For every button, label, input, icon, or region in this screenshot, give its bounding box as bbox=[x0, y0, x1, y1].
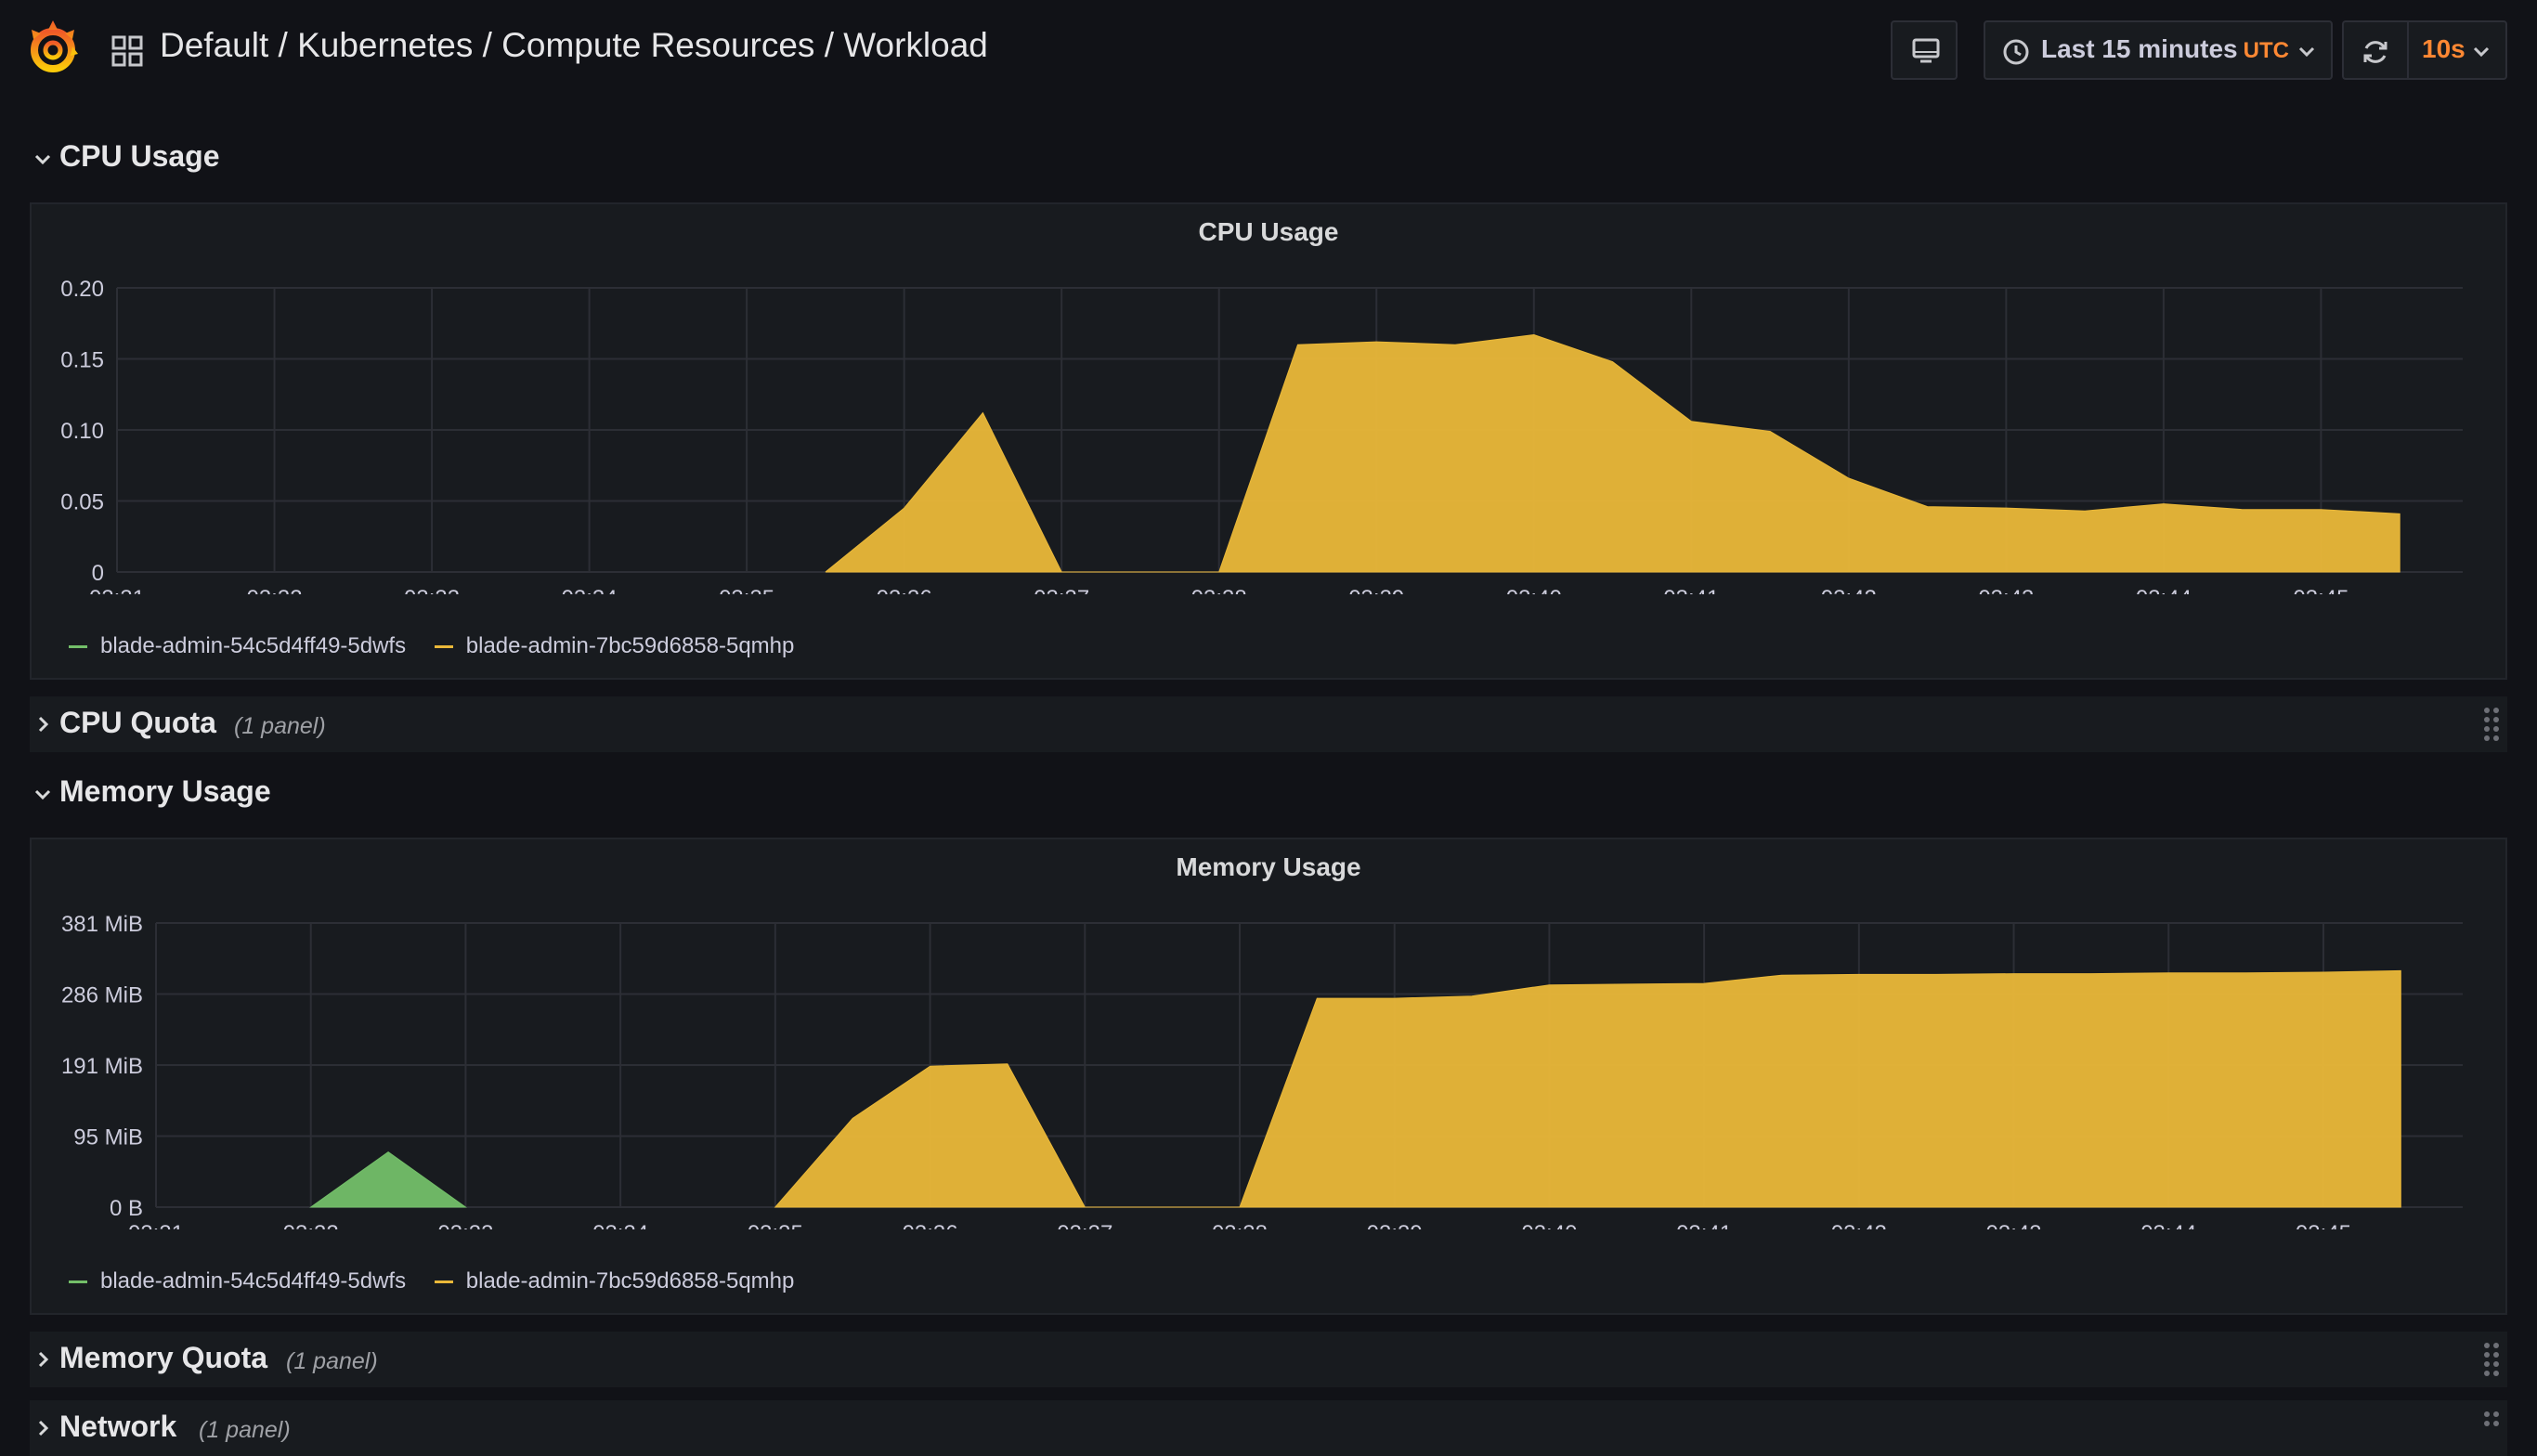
x-tick-label: 03:36 bbox=[877, 586, 932, 594]
cpu-usage-chart[interactable]: 0 0.05 0.10 0.15 0.20 03:31 03:32 03:33 03:34 03:… bbox=[32, 204, 2505, 594]
row-memory-quota[interactable]: Memory Quota (1 panel) bbox=[30, 1332, 2507, 1387]
y-tick-label: 286 MiB bbox=[61, 983, 143, 1008]
legend-label: blade-admin-54c5d4ff49-5dwfs bbox=[100, 1268, 407, 1294]
time-range-label: Last 15 minutes UTC bbox=[2041, 34, 2289, 63]
x-tick-label: 03:45 bbox=[2293, 586, 2348, 594]
monitor-icon bbox=[1912, 38, 1940, 63]
legend-label: blade-admin-7bc59d6858-5qmhp bbox=[465, 633, 795, 658]
legend-swatch bbox=[69, 1280, 87, 1284]
x-tick-label: 03:37 bbox=[1034, 586, 1089, 594]
x-tick-label: 03:32 bbox=[283, 1221, 339, 1229]
series-area bbox=[774, 969, 2401, 1208]
x-tick-label: 03:41 bbox=[1663, 586, 1719, 594]
x-tick-label: 03:43 bbox=[1986, 1221, 2042, 1229]
x-tick-label: 03:42 bbox=[1831, 1221, 1887, 1229]
dashboard-grid-icon bbox=[111, 35, 143, 67]
x-tick-label: 03:45 bbox=[2296, 1221, 2351, 1229]
row-cpu-quota[interactable]: CPU Quota (1 panel) bbox=[30, 696, 2507, 752]
x-tick-label: 03:39 bbox=[1367, 1221, 1423, 1229]
chevron-down-icon bbox=[34, 789, 51, 800]
cpu-usage-panel[interactable]: CPU Usage 00.050.100.150.2003:3103:3203:… bbox=[30, 202, 2507, 680]
row-title: Memory Quota bbox=[59, 1341, 268, 1374]
legend-label: blade-admin-7bc59d6858-5qmhp bbox=[465, 1268, 795, 1294]
legend-item[interactable]: blade-admin-54c5d4ff49-5dwfs bbox=[69, 1268, 406, 1294]
top-navbar: Default / Kubernetes / Compute Resources… bbox=[0, 0, 2537, 102]
x-tick-label: 03:36 bbox=[903, 1221, 958, 1229]
row-title: CPU Usage bbox=[59, 139, 220, 173]
x-tick-label: 03:32 bbox=[246, 586, 302, 594]
row-title: Memory Usage bbox=[59, 774, 271, 808]
row-panel-count: (1 panel) bbox=[199, 1417, 291, 1443]
x-tick-label: 03:40 bbox=[1521, 1221, 1577, 1229]
chevron-down-icon bbox=[2298, 46, 2315, 58]
legend-swatch bbox=[69, 645, 87, 649]
x-tick-label: 03:33 bbox=[404, 586, 460, 594]
chart-legend: blade-admin-54c5d4ff49-5dwfs blade-admin… bbox=[69, 633, 816, 659]
x-tick-label: 03:34 bbox=[562, 586, 618, 594]
y-tick-label: 191 MiB bbox=[61, 1054, 143, 1079]
x-tick-label: 03:43 bbox=[1978, 586, 2034, 594]
chevron-down-icon bbox=[2473, 46, 2490, 58]
series-area bbox=[309, 1150, 467, 1208]
y-tick-label: 381 MiB bbox=[61, 912, 143, 937]
chevron-right-icon bbox=[38, 716, 49, 733]
x-tick-label: 03:33 bbox=[437, 1221, 493, 1229]
refresh-interval-picker[interactable]: 10s bbox=[2407, 20, 2507, 80]
chevron-right-icon bbox=[38, 1420, 49, 1436]
x-tick-label: 03:35 bbox=[748, 1221, 803, 1229]
legend-item[interactable]: blade-admin-54c5d4ff49-5dwfs bbox=[69, 633, 406, 659]
memory-usage-panel[interactable]: Memory Usage 0 B 95 MiB 191 MiB 286 MiB 381 … bbox=[30, 838, 2507, 1315]
y-tick-label: 0.10 bbox=[60, 419, 104, 444]
row-memory-usage[interactable]: Memory Usage bbox=[30, 765, 401, 821]
legend-swatch bbox=[434, 1280, 453, 1284]
drag-handle-icon[interactable] bbox=[2481, 1341, 2502, 1378]
refresh-icon bbox=[2363, 41, 2387, 63]
x-tick-label: 03:40 bbox=[1506, 586, 1562, 594]
y-tick-label: 0.05 bbox=[60, 490, 104, 515]
x-tick-label: 03:37 bbox=[1057, 1221, 1112, 1229]
legend-label: blade-admin-54c5d4ff49-5dwfs bbox=[100, 633, 407, 658]
dashboard-breadcrumb[interactable]: Default / Kubernetes / Compute Resources… bbox=[160, 26, 988, 65]
y-tick-label: 0 B bbox=[110, 1196, 143, 1221]
refresh-interval-label: 10s bbox=[2422, 34, 2465, 63]
row-network[interactable]: Network (1 panel) bbox=[30, 1400, 2507, 1456]
y-tick-label: 0.20 bbox=[60, 277, 104, 302]
chevron-down-icon bbox=[34, 154, 51, 165]
time-range-picker[interactable]: Last 15 minutes UTC bbox=[1984, 20, 2333, 80]
y-tick-label: 95 MiB bbox=[73, 1125, 143, 1150]
legend-swatch bbox=[434, 645, 453, 649]
drag-handle-icon[interactable] bbox=[2481, 1410, 2502, 1447]
y-tick-label: 0.15 bbox=[60, 348, 104, 373]
legend-item[interactable]: blade-admin-7bc59d6858-5qmhp bbox=[434, 633, 795, 659]
row-title: Network bbox=[59, 1410, 177, 1443]
x-tick-label: 03:42 bbox=[1821, 586, 1877, 594]
memory-usage-chart[interactable]: 0 B 95 MiB 191 MiB 286 MiB 381 MiB 03:31 03:32… bbox=[32, 839, 2505, 1229]
row-panel-count: (1 panel) bbox=[286, 1348, 378, 1374]
x-tick-label: 03:38 bbox=[1212, 1221, 1268, 1229]
chart-legend: blade-admin-54c5d4ff49-5dwfs blade-admin… bbox=[69, 1268, 816, 1294]
row-cpu-usage[interactable]: CPU Usage bbox=[30, 130, 401, 186]
x-tick-label: 03:39 bbox=[1348, 586, 1404, 594]
x-tick-label: 03:31 bbox=[128, 1221, 184, 1229]
x-tick-label: 03:41 bbox=[1676, 1221, 1732, 1229]
x-tick-label: 03:31 bbox=[89, 586, 145, 594]
x-tick-label: 03:38 bbox=[1191, 586, 1247, 594]
x-tick-label: 03:44 bbox=[2136, 586, 2192, 594]
row-panel-count: (1 panel) bbox=[234, 713, 326, 739]
legend-item[interactable]: blade-admin-7bc59d6858-5qmhp bbox=[434, 1268, 795, 1294]
row-title: CPU Quota bbox=[59, 706, 216, 739]
grafana-logo-icon[interactable] bbox=[24, 19, 82, 78]
refresh-button[interactable] bbox=[2342, 20, 2407, 80]
y-tick-label: 0 bbox=[92, 561, 104, 586]
x-tick-label: 03:44 bbox=[2140, 1221, 2196, 1229]
x-tick-label: 03:35 bbox=[719, 586, 774, 594]
timezone-label: UTC bbox=[2243, 38, 2289, 63]
clock-icon bbox=[2003, 39, 2029, 65]
x-tick-label: 03:34 bbox=[592, 1221, 648, 1229]
tv-mode-button[interactable] bbox=[1891, 20, 1958, 80]
chevron-right-icon bbox=[38, 1351, 49, 1368]
drag-handle-icon[interactable] bbox=[2481, 706, 2502, 743]
